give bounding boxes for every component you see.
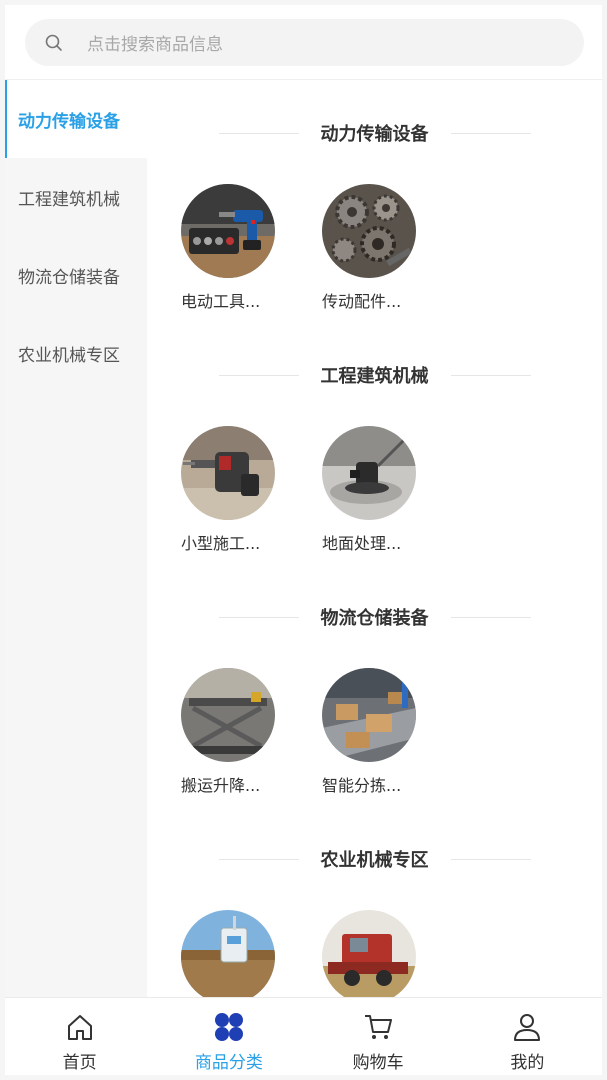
category-section: 动力传输设备 电动工具... 传动配件... [147,80,602,322]
subcategory-item[interactable] [322,910,418,1000]
section-title: 工程建筑机械 [147,360,602,390]
sidebar-item-label: 工程建筑机械 [18,189,120,210]
category-icon [212,1010,246,1044]
subcategory-item[interactable]: 智能分拣... [322,668,418,796]
gears-photo [322,184,416,278]
subcategory-label: 电动工具... [181,292,261,311]
category-sidebar: 动力传输设备 工程建筑机械 物流仓储装备 农业机械专区 [5,80,147,1000]
section-title-text: 农业机械专区 [320,850,429,871]
conveyor-sorting-photo [322,668,416,762]
section-title-text: 工程建筑机械 [320,366,429,387]
floor-machine-photo [322,426,416,520]
section-title: 农业机械专区 [147,844,602,874]
divider [450,616,531,618]
subcategory-item[interactable]: 地面处理... [322,426,418,554]
section-title-text: 动力传输设备 [320,124,429,145]
tab-label: 我的 [510,1053,545,1073]
category-content: 动力传输设备 电动工具... 传动配件... 工程建筑机械 小型施工... 地面… [147,80,602,1000]
tab-home[interactable]: 首页 [5,998,154,1075]
divider [450,858,531,860]
subcategory-label: 智能分拣... [322,776,402,795]
category-section: 工程建筑机械 小型施工... 地面处理... [147,322,602,564]
sidebar-item-power-transmission[interactable]: 动力传输设备 [5,80,147,158]
tab-label: 商品分类 [194,1053,263,1073]
sidebar-item-label: 农业机械专区 [18,345,120,366]
sidebar-item-label: 物流仓储装备 [18,267,120,288]
subcategory-label: 传动配件... [322,292,402,311]
subcategory-label: 地面处理... [322,534,402,553]
cart-icon [361,1010,395,1044]
user-icon [510,1010,544,1044]
search-icon [43,32,65,54]
tab-cart[interactable]: 购物车 [304,998,453,1075]
rotary-hammer-photo [181,426,275,520]
search-placeholder: 点击搜索商品信息 [87,35,223,55]
tab-label: 首页 [62,1053,97,1073]
tab-profile[interactable]: 我的 [453,998,602,1075]
subcategory-item[interactable]: 电动工具... [181,184,277,312]
sidebar-item-agriculture[interactable]: 农业机械专区 [5,314,147,392]
home-icon [63,1010,97,1044]
bottom-tab-bar: 首页 商品分类 购物车 我的 [5,997,602,1075]
section-title: 物流仓储装备 [147,602,602,632]
sidebar-item-label: 动力传输设备 [18,111,120,132]
subcategory-item[interactable] [181,910,277,1000]
search-header: 点击搜索商品信息 [5,5,602,80]
divider [218,616,299,618]
subcategory-label: 小型施工... [181,534,261,553]
section-title: 动力传输设备 [147,118,602,148]
divider [218,374,299,376]
divider [450,132,531,134]
divider [218,858,299,860]
tab-label: 购物车 [352,1053,404,1073]
farm-device-photo [181,910,275,1000]
sidebar-item-construction[interactable]: 工程建筑机械 [5,158,147,236]
power-drill-photo [181,184,275,278]
category-section: 农业机械专区 [147,806,602,1000]
search-input[interactable]: 点击搜索商品信息 [25,19,584,66]
divider [218,132,299,134]
subcategory-item[interactable]: 小型施工... [181,426,277,554]
sidebar-item-logistics[interactable]: 物流仓储装备 [5,236,147,314]
scissor-lift-photo [181,668,275,762]
subcategory-item[interactable]: 传动配件... [322,184,418,312]
category-section: 物流仓储装备 搬运升降... 智能分拣... [147,564,602,806]
app-frame: 点击搜索商品信息 动力传输设备 工程建筑机械 物流仓储装备 农业机械专区 动力传… [5,5,602,1075]
harvester-photo [322,910,416,1000]
subcategory-label: 搬运升降... [181,776,261,795]
divider [450,374,531,376]
tab-category[interactable]: 商品分类 [154,998,303,1075]
subcategory-item[interactable]: 搬运升降... [181,668,277,796]
section-title-text: 物流仓储装备 [320,608,429,629]
